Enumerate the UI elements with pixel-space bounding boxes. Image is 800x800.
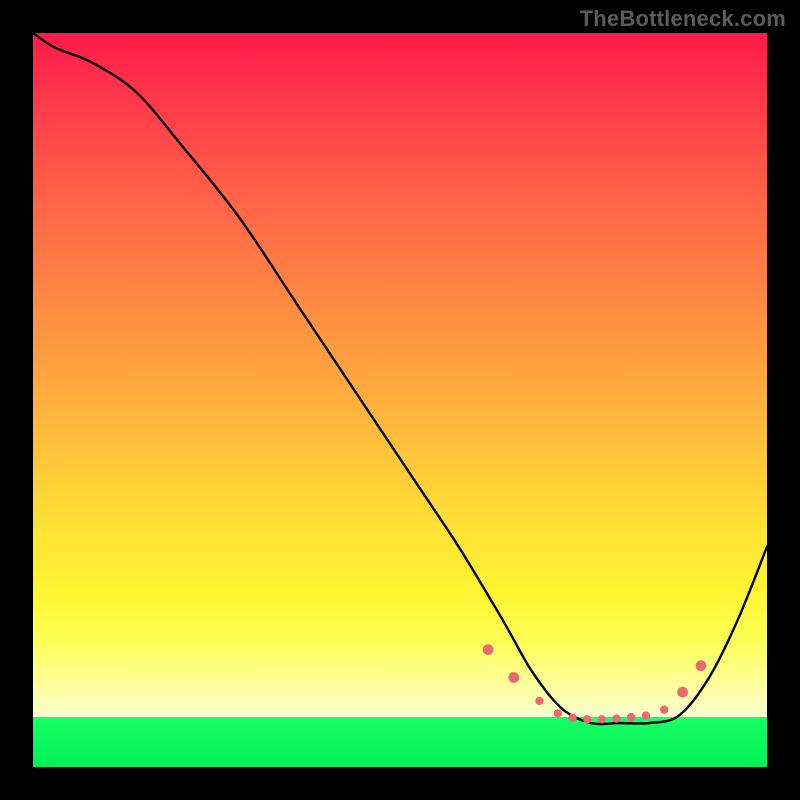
valley-dot	[508, 672, 519, 683]
main-curve	[33, 33, 767, 724]
valley-dot	[554, 709, 562, 717]
valley-dot	[660, 706, 668, 714]
curve-group	[33, 33, 767, 724]
valley-dots	[483, 644, 707, 723]
valley-dot	[642, 711, 650, 719]
valley-dot	[583, 715, 591, 723]
valley-dot	[598, 715, 606, 723]
chart-stage: TheBottleneck.com	[0, 0, 800, 800]
valley-dot	[612, 714, 620, 722]
valley-dot	[535, 697, 543, 705]
chart-svg	[33, 33, 767, 767]
plot-area	[33, 33, 767, 767]
watermark-text: TheBottleneck.com	[580, 6, 786, 32]
valley-dot	[677, 687, 688, 698]
valley-dot	[568, 714, 576, 722]
valley-dot	[696, 660, 707, 671]
valley-dot	[627, 713, 635, 721]
valley-dot	[483, 644, 494, 655]
